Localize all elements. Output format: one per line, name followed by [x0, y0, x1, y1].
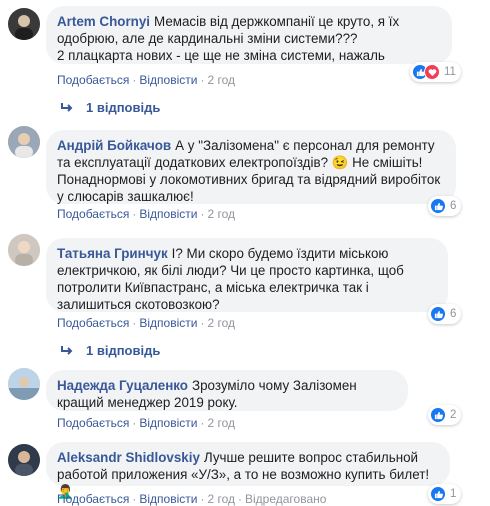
timestamp[interactable]: 2 год — [207, 207, 235, 221]
separator: · — [200, 207, 205, 221]
comment-author[interactable]: Андрій Бойкачов — [57, 138, 171, 153]
reply-arrow-icon — [61, 102, 73, 112]
like-link[interactable]: Подобається — [57, 492, 129, 506]
separator: · — [132, 73, 137, 87]
separator: · — [200, 316, 205, 330]
reaction-count: 1 — [450, 488, 457, 500]
avatar[interactable] — [8, 8, 40, 40]
separator: · — [200, 73, 205, 87]
timestamp[interactable]: 2 год — [207, 316, 235, 330]
separator: · — [132, 207, 137, 221]
reaction-summary[interactable]: 6 — [428, 196, 462, 216]
separator: · — [132, 316, 137, 330]
comment-actions: Подобається · Відповісти · 2 год — [57, 416, 235, 430]
comment-author[interactable]: Aleksandr Shidlovskiy — [57, 450, 200, 465]
like-icon — [430, 407, 446, 423]
view-replies-link[interactable]: 1 відповідь — [60, 343, 160, 358]
comment-actions: Подобається · Відповісти · 2 год — [57, 316, 235, 330]
timestamp[interactable]: 2 год — [207, 492, 235, 506]
reaction-summary[interactable]: 11 — [410, 62, 461, 82]
comment-author[interactable]: Надежда Гуцаленко — [57, 378, 188, 393]
comment-bubble: Андрій Бойкачов А у "Залізомена" є персон… — [46, 130, 456, 204]
reply-link[interactable]: Відповісти — [139, 416, 197, 430]
replies-count: 1 відповідь — [86, 343, 161, 358]
comment-author[interactable]: Татьяна Гринчук — [57, 246, 168, 261]
timestamp[interactable]: 2 год — [207, 73, 235, 87]
reaction-summary[interactable]: 1 — [428, 484, 462, 504]
avatar[interactable] — [8, 368, 40, 400]
comment-bubble: Aleksandr Shidlovskiy Лучше решите вопрос… — [46, 442, 450, 499]
reaction-summary[interactable]: 2 — [428, 405, 462, 425]
separator: · — [200, 416, 205, 430]
comment-bubble: Татьяна Гринчук І? Ми скоро будемо їздити… — [46, 238, 448, 312]
reaction-count: 6 — [450, 308, 457, 320]
separator: · — [132, 492, 137, 506]
comment-bubble: Надежда Гуцаленко Зрозуміло чому Залізоме… — [46, 370, 408, 411]
reply-link[interactable]: Відповісти — [139, 492, 197, 506]
reply-link[interactable]: Відповісти — [139, 207, 197, 221]
reply-link[interactable]: Відповісти — [139, 316, 197, 330]
reaction-count: 6 — [450, 200, 457, 212]
comment-actions: Подобається · Відповісти · 2 год — [57, 73, 235, 87]
like-link[interactable]: Подобається — [57, 416, 129, 430]
edited-label[interactable]: Відредаговано — [245, 492, 326, 506]
comment-actions: Подобається · Відповісти · 2 год — [57, 207, 235, 221]
separator: · — [238, 492, 242, 506]
avatar[interactable] — [8, 234, 40, 266]
comment-bubble: Artem Chornyi Мемасів від держкомпанії це… — [46, 6, 452, 64]
like-link[interactable]: Подобається — [57, 207, 129, 221]
reaction-summary[interactable]: 6 — [428, 304, 462, 324]
like-link[interactable]: Подобається — [57, 316, 129, 330]
avatar[interactable] — [8, 444, 40, 476]
like-link[interactable]: Подобається — [57, 73, 129, 87]
reply-link[interactable]: Відповісти — [139, 73, 197, 87]
love-icon — [424, 64, 440, 80]
separator: · — [200, 492, 205, 506]
avatar[interactable] — [8, 126, 40, 158]
reaction-count: 2 — [450, 409, 457, 421]
reaction-count: 11 — [444, 66, 456, 78]
view-replies-link[interactable]: 1 відповідь — [60, 100, 160, 115]
replies-count: 1 відповідь — [86, 100, 161, 115]
reply-arrow-icon — [61, 345, 73, 355]
comment-actions: Подобається · Відповісти · 2 год · Відредагова… — [57, 492, 326, 506]
comment-author[interactable]: Artem Chornyi — [57, 14, 150, 29]
like-icon — [430, 198, 446, 214]
like-icon — [430, 486, 446, 502]
like-icon — [430, 306, 446, 322]
separator: · — [132, 416, 137, 430]
timestamp[interactable]: 2 год — [207, 416, 235, 430]
